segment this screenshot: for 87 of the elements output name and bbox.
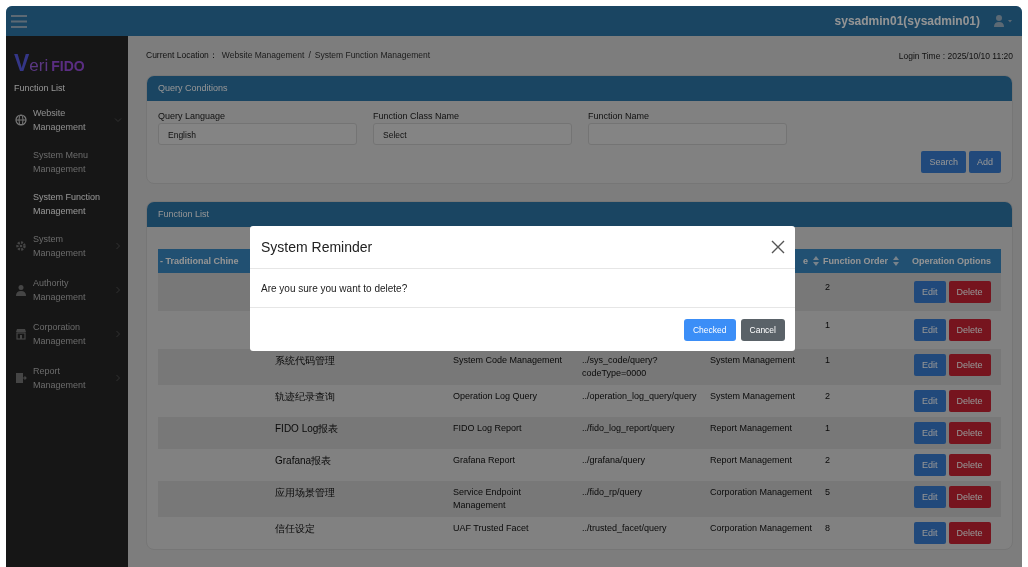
search-button[interactable]: Search xyxy=(921,151,966,173)
table-cell: System Code Management xyxy=(453,355,563,365)
edit-button[interactable]: Edit xyxy=(914,486,946,508)
table-cell: ../operation_log_query/query xyxy=(582,391,697,401)
table-cell: 1 xyxy=(825,423,830,433)
edit-button[interactable]: Edit xyxy=(914,522,946,544)
delete-button[interactable]: Delete xyxy=(948,454,991,476)
edit-button[interactable]: Edit xyxy=(914,422,946,444)
table-cell: 信任设定 xyxy=(275,523,315,534)
table-cell: ../fido_log_report/query xyxy=(582,423,675,433)
delete-button[interactable]: Delete xyxy=(948,281,991,303)
column-header[interactable]: e xyxy=(803,256,808,266)
menu-icon[interactable] xyxy=(11,14,27,28)
logo-text: Veri xyxy=(14,50,49,77)
table-cell: Service Endpoint Management xyxy=(453,487,522,510)
report-icon xyxy=(15,372,27,384)
panel-title: Query Conditions xyxy=(147,76,1012,101)
field-label: Function Class Name xyxy=(373,111,461,121)
table-cell: Report Management xyxy=(710,423,793,433)
person-icon xyxy=(15,284,27,296)
sidebar-item[interactable]: Corporation Management xyxy=(6,315,128,353)
sidebar-subitem[interactable]: System Function Management xyxy=(6,185,128,223)
dialog-title: System Reminder xyxy=(261,239,373,255)
sidebar-item[interactable]: System Management xyxy=(6,227,128,265)
sort-icon[interactable] xyxy=(893,256,899,266)
delete-button[interactable]: Delete xyxy=(948,486,991,508)
table-cell: Report Management xyxy=(710,455,793,465)
table-cell: Grafana报表 xyxy=(275,455,332,466)
table-cell: FIDO Log Report xyxy=(453,423,522,433)
field-label: Function Name xyxy=(588,111,651,121)
table-cell: ../trusted_facet/query xyxy=(582,523,667,533)
edit-button[interactable]: Edit xyxy=(914,390,946,412)
table-cell: 轨迹纪录查询 xyxy=(275,391,335,402)
table-cell: 2 xyxy=(825,282,830,292)
table-cell: Corporation Management xyxy=(710,523,813,533)
sidebar-subitem[interactable]: System Menu Management xyxy=(6,143,128,181)
close-icon[interactable] xyxy=(771,240,785,254)
table-cell: Operation Log Query xyxy=(453,391,538,401)
sidebar-item[interactable]: Website Management xyxy=(6,101,128,139)
user-name[interactable]: sysadmin01(sysadmin01) xyxy=(834,14,980,28)
breadcrumb-link[interactable]: System Function Management xyxy=(314,49,431,62)
table-cell: ../fido_rp/query xyxy=(582,487,643,497)
breadcrumb-label: Current Location： xyxy=(146,49,218,62)
table-cell: ../grafana/query xyxy=(582,455,646,465)
delete-button[interactable]: Delete xyxy=(948,319,991,341)
edit-button[interactable]: Edit xyxy=(914,354,946,376)
table-cell: 系统代码管理 xyxy=(275,355,335,366)
table-cell: Grafana Report xyxy=(453,455,516,465)
breadcrumb-link[interactable]: Website Management xyxy=(221,49,305,62)
table-cell: UAF Trusted Facet xyxy=(453,523,529,533)
edit-button[interactable]: Edit xyxy=(914,454,946,476)
edit-button[interactable]: Edit xyxy=(914,281,946,303)
cancel-button[interactable]: Cancel xyxy=(740,318,785,341)
user-icon[interactable] xyxy=(994,15,1014,27)
table-cell: 2 xyxy=(825,455,830,465)
table-cell: System Management xyxy=(710,391,796,401)
table-cell: System Management xyxy=(710,355,796,365)
table-cell: ../sys_code/query?codeType=0000 xyxy=(582,355,658,378)
delete-button[interactable]: Delete xyxy=(948,522,991,544)
breadcrumb-separator: / xyxy=(308,49,311,62)
sidebar-item[interactable]: Authority Management xyxy=(6,271,128,309)
confirm-button[interactable]: Checked xyxy=(683,318,736,341)
sort-icon[interactable] xyxy=(813,256,819,266)
delete-button[interactable]: Delete xyxy=(948,422,991,444)
dialog-message: Are you sure you want to delete? xyxy=(261,282,408,294)
edit-button[interactable]: Edit xyxy=(914,319,946,341)
globe-icon xyxy=(15,114,27,126)
table-cell: 1 xyxy=(825,320,830,330)
table-cell: 应用场景管理 xyxy=(275,487,335,498)
add-button[interactable]: Add xyxy=(969,151,1001,173)
table-cell: 5 xyxy=(825,487,830,497)
input-field[interactable]: Select xyxy=(373,123,572,145)
table-cell: 8 xyxy=(825,523,830,533)
panel-title: Function List xyxy=(147,202,1012,227)
logo-text: FIDO xyxy=(51,58,85,74)
sidebar-item[interactable]: Report Management xyxy=(6,359,128,397)
table-cell: 1 xyxy=(825,355,830,365)
delete-button[interactable]: Delete xyxy=(948,354,991,376)
sidebar-heading: Function List xyxy=(13,82,67,95)
building-icon xyxy=(15,328,27,340)
delete-button[interactable]: Delete xyxy=(948,390,991,412)
input-field[interactable]: English xyxy=(158,123,357,145)
table-cell: 2 xyxy=(825,391,830,401)
table-cell: Corporation Management xyxy=(710,487,813,497)
login-time: Login Time : 2025/10/10 11:20 xyxy=(898,50,1013,61)
field-label: Query Language xyxy=(158,111,227,121)
table-cell: FIDO Log报表 xyxy=(275,423,339,434)
